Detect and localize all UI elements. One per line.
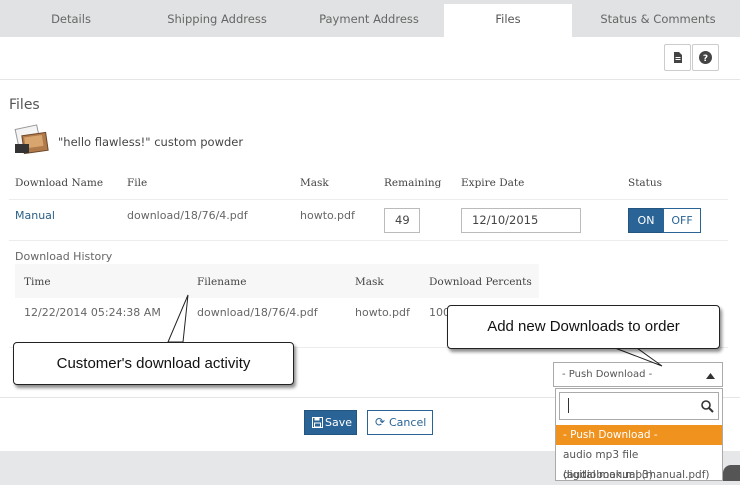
refresh-icon: ⟳ — [375, 415, 386, 429]
cancel-button[interactable]: ⟳ Cancel — [367, 410, 433, 435]
col-remaining: Remaining — [384, 177, 442, 189]
search-icon — [701, 400, 714, 413]
dropdown-search-input[interactable] — [559, 392, 719, 420]
download-name-link[interactable]: Manual — [15, 209, 55, 222]
tab-details[interactable]: Details — [0, 4, 142, 35]
table-row-divider — [9, 199, 728, 200]
product-thumbnail — [13, 124, 51, 158]
callout-add-downloads: Add new Downloads to order — [447, 305, 720, 349]
dropdown-option-audio-mp3[interactable]: audio mp3 file (audiobook.mp3) — [556, 445, 722, 481]
history-col-percent: Download Percents — [429, 276, 532, 288]
text-cursor — [568, 398, 569, 413]
caret-up-icon — [706, 373, 715, 379]
col-mask: Mask — [300, 177, 329, 189]
floppy-disk-icon — [312, 417, 323, 428]
product-name: "hello flawless!" custom powder — [58, 135, 244, 149]
history-mask: howto.pdf — [355, 306, 410, 319]
cancel-label: Cancel — [389, 416, 427, 429]
callout-pointer — [167, 294, 189, 343]
history-col-filename: Filename — [197, 276, 247, 288]
remaining-input[interactable]: 49 — [384, 208, 420, 233]
status-off-button[interactable]: OFF — [663, 208, 701, 233]
col-status: Status — [628, 177, 663, 189]
col-file: File — [127, 177, 148, 189]
push-download-selected: - Push Download - — [562, 369, 653, 380]
history-filename: download/18/76/4.pdf — [197, 306, 318, 319]
callout-download-activity: Customer's download activity — [13, 342, 294, 385]
dropdown-option-digital-manual[interactable]: digital manual (manual.pdf) — [556, 465, 722, 485]
col-download-name: Download Name — [15, 177, 104, 189]
download-mask: howto.pdf — [300, 209, 355, 222]
col-expire-date: Expire Date — [461, 177, 525, 189]
table-row-divider — [9, 240, 728, 241]
history-col-mask: Mask — [355, 276, 384, 288]
tab-shipping-address[interactable]: Shipping Address — [146, 4, 288, 35]
push-download-dropdown: - Push Download - audio mp3 file (audiob… — [555, 388, 723, 481]
divider — [0, 79, 740, 80]
document-icon — [674, 52, 682, 63]
history-time: 12/22/2014 05:24:38 AM — [24, 306, 161, 319]
history-col-time: Time — [24, 276, 51, 288]
section-title: Files — [9, 97, 40, 113]
tab-bar: Details Shipping Address Payment Address… — [0, 0, 740, 37]
scrollbar-corner — [723, 465, 740, 481]
save-button[interactable]: Save — [304, 410, 357, 435]
tab-files[interactable]: Files — [444, 4, 572, 37]
svg-text:?: ? — [703, 54, 708, 64]
question-circle-icon: ? — [699, 51, 712, 64]
download-history-title: Download History — [15, 250, 113, 263]
save-label: Save — [325, 416, 353, 429]
dropdown-option-push-download[interactable]: - Push Download - — [556, 425, 722, 445]
help-button[interactable]: ? — [692, 44, 719, 71]
download-file: download/18/76/4.pdf — [127, 209, 248, 222]
tab-status-comments[interactable]: Status & Comments — [576, 4, 740, 35]
status-on-button[interactable]: ON — [628, 208, 664, 233]
expire-date-input[interactable]: 12/10/2015 — [461, 208, 581, 233]
invoice-button[interactable] — [664, 44, 691, 71]
tab-payment-address[interactable]: Payment Address — [296, 4, 442, 35]
